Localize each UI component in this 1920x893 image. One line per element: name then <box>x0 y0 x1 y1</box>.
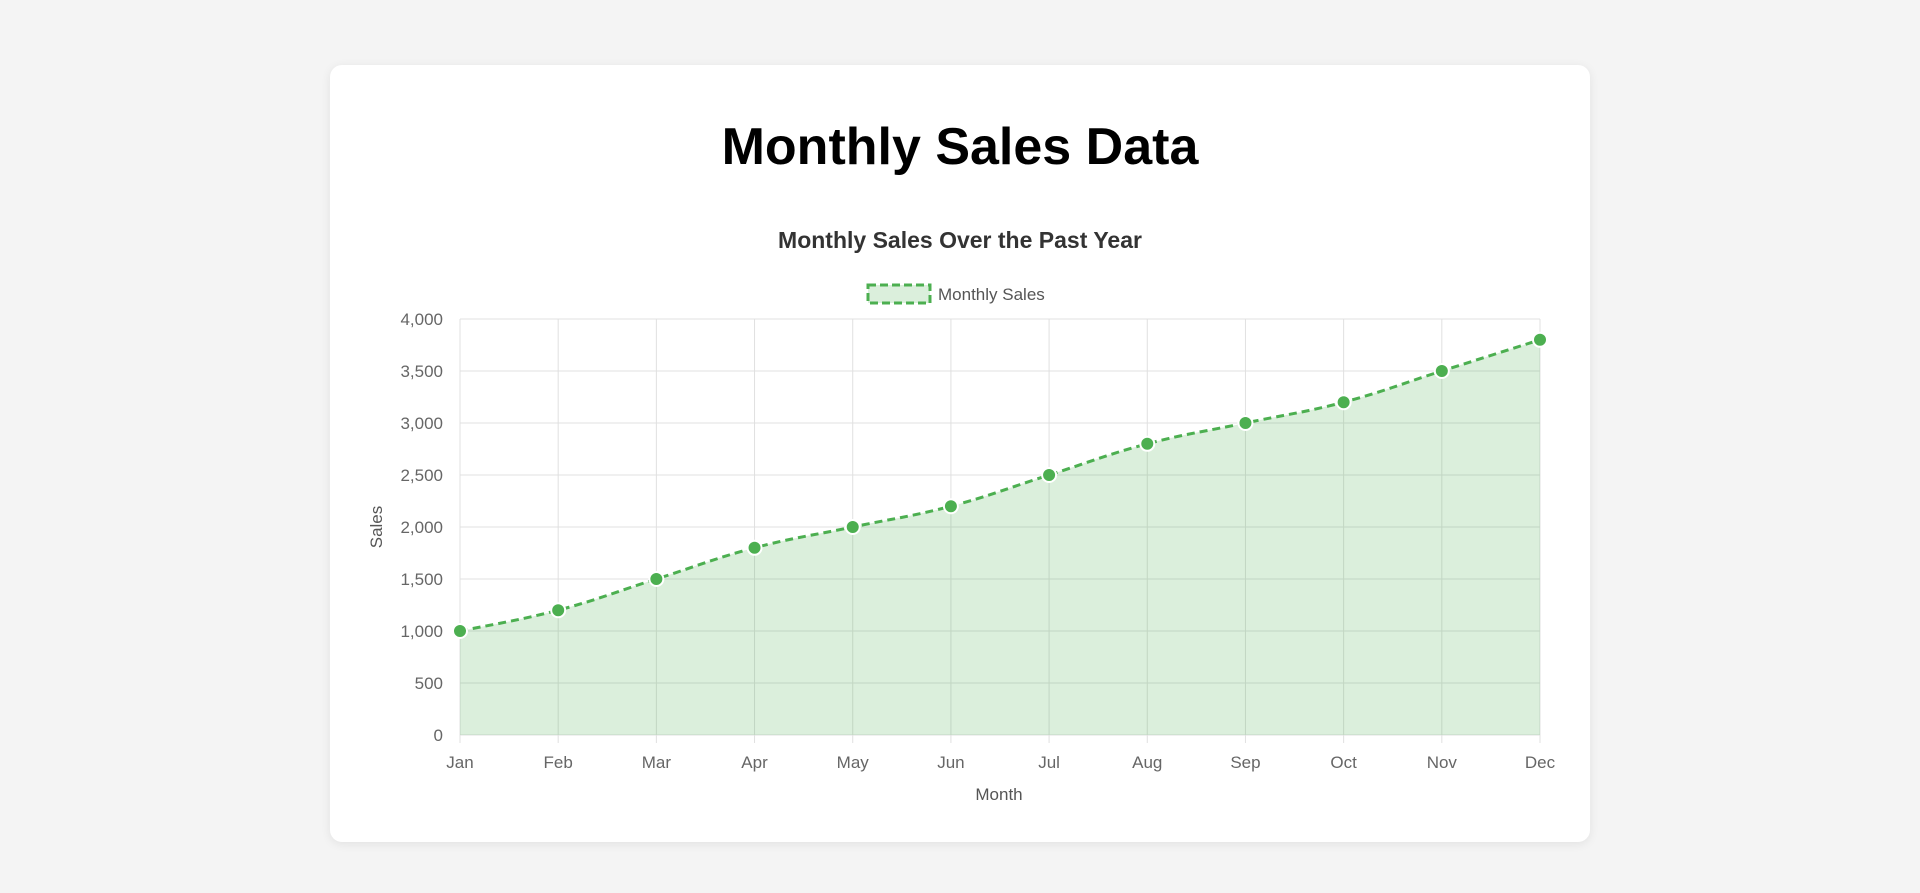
data-point-mar[interactable] <box>648 571 665 587</box>
chart-title: Monthly Sales Over the Past Year <box>778 227 1142 253</box>
y-axis-title: Sales <box>367 506 386 549</box>
y-tick-label: 2,000 <box>400 518 443 537</box>
data-point-sep[interactable] <box>1237 415 1254 431</box>
y-tick-label: 2,500 <box>400 466 443 485</box>
x-tick-label: Jun <box>937 753 964 772</box>
data-point-jun[interactable] <box>942 498 959 515</box>
x-tick-label: Mar <box>642 753 672 772</box>
series-area <box>460 339 1540 735</box>
legend-swatch <box>866 283 932 305</box>
data-point-jan[interactable] <box>452 623 468 639</box>
y-tick-label: 1,000 <box>400 622 443 641</box>
data-point-oct[interactable] <box>1335 394 1352 411</box>
x-tick-label: Nov <box>1427 753 1458 772</box>
data-point-aug[interactable] <box>1139 435 1156 452</box>
x-tick-label: Aug <box>1132 753 1162 772</box>
sales-chart: Monthly Sales Over the Past Year Monthly… <box>367 227 1556 804</box>
area-fill <box>460 339 1540 735</box>
y-axis-ticks: 0 500 1,000 1,500 2,000 2,500 3,000 3,500 4,000 <box>400 310 443 745</box>
data-point-jul[interactable] <box>1041 467 1058 483</box>
y-tick-label: 4,000 <box>400 310 443 329</box>
y-tick-label: 3,000 <box>400 414 443 433</box>
x-tick-label: Oct <box>1330 753 1357 772</box>
data-point-nov[interactable] <box>1433 363 1450 379</box>
data-point-feb[interactable] <box>550 602 567 619</box>
legend[interactable]: Monthly Sales <box>866 283 1045 305</box>
y-tick-label: 1,500 <box>400 570 443 589</box>
x-tick-label: Feb <box>544 753 573 772</box>
x-axis-ticks: Jan Feb Mar Apr May Jun Jul Aug Sep Oct Nov Dec <box>446 753 1555 772</box>
data-point-apr[interactable] <box>746 539 763 556</box>
x-tick-label: Sep <box>1230 753 1260 772</box>
y-tick-label: 3,500 <box>400 362 443 381</box>
x-tick-label: Dec <box>1525 753 1556 772</box>
x-tick-label: Jul <box>1038 753 1060 772</box>
data-point-may[interactable] <box>844 519 861 535</box>
x-tick-label: Apr <box>741 753 768 772</box>
x-axis-title: Month <box>975 785 1022 804</box>
x-tick-label: Jan <box>446 753 473 772</box>
x-tick-label: May <box>837 753 870 772</box>
y-tick-label: 500 <box>415 674 443 693</box>
data-point-dec[interactable] <box>1532 331 1548 348</box>
legend-label: Monthly Sales <box>938 285 1045 304</box>
y-tick-label: 0 <box>434 726 443 745</box>
